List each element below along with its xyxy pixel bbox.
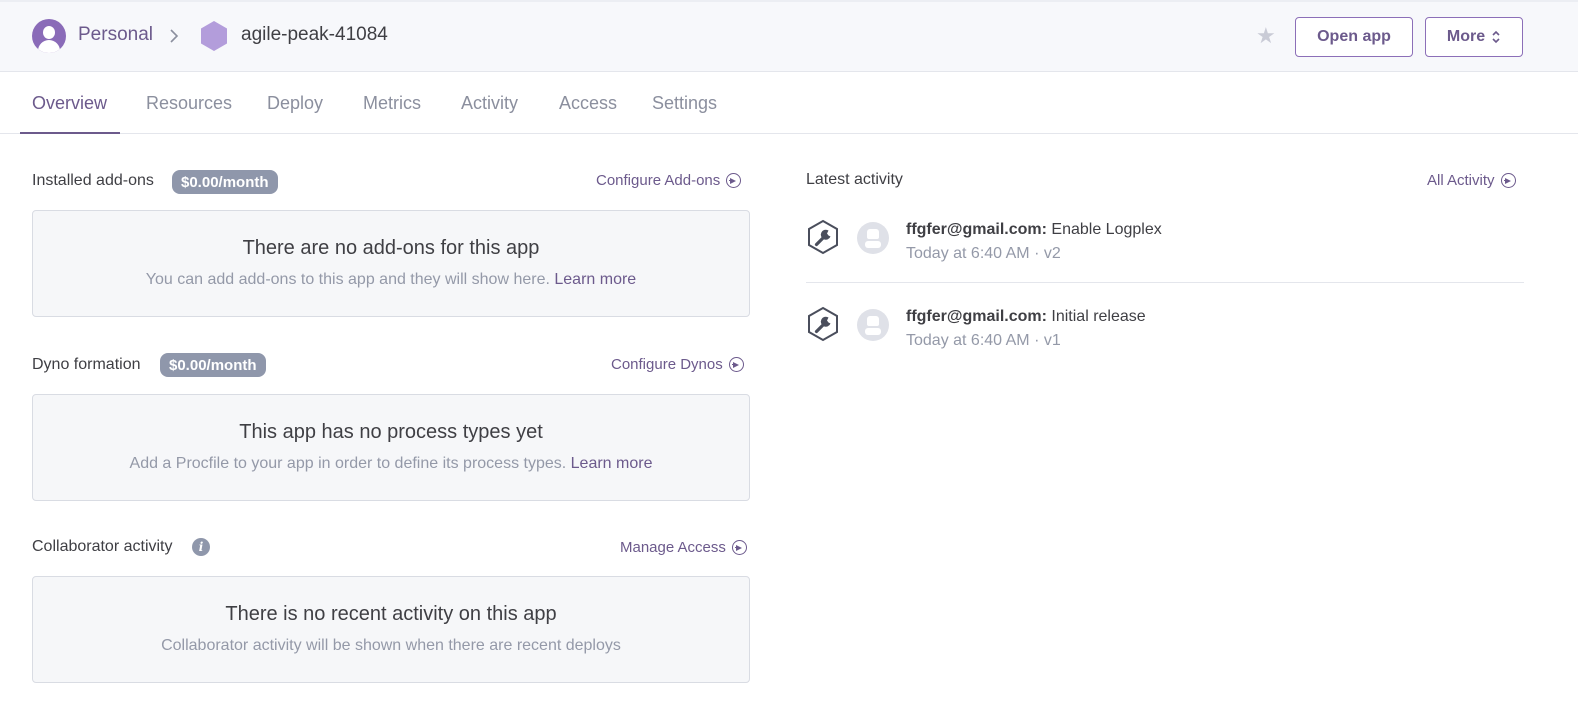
tab-activity[interactable]: Activity: [461, 93, 518, 114]
open-app-label: Open app: [1317, 28, 1391, 45]
arrow-circle-icon: [731, 540, 747, 555]
latest-activity-title: Latest activity: [806, 171, 903, 188]
dynos-title: Dyno formation: [32, 356, 141, 373]
arrow-circle-icon: [726, 173, 742, 188]
activity-divider: [806, 282, 1524, 283]
dynos-empty-subtitle: Add a Procfile to your app in order to d…: [129, 455, 653, 472]
configure-addons-link[interactable]: Configure Add-ons: [596, 172, 742, 189]
addons-price-badge: $0.00/month: [172, 170, 278, 194]
chevron-right-icon: [170, 29, 179, 43]
tab-resources[interactable]: Resources: [146, 93, 232, 114]
tab-metrics[interactable]: Metrics: [363, 93, 421, 114]
personal-avatar-icon[interactable]: [32, 19, 66, 53]
addons-empty-state: There are no add-ons for this app You ca…: [32, 210, 750, 317]
activity-action: Enable Logplex: [1051, 221, 1162, 238]
activity-action: Initial release: [1051, 308, 1146, 325]
arrow-circle-icon: [728, 357, 744, 372]
breadcrumb-personal[interactable]: Personal: [78, 24, 153, 46]
app-hexagon-icon: [201, 21, 227, 51]
app-name[interactable]: agile-peak-41084: [241, 24, 388, 46]
activity-item: ffgfer@gmail.com: Enable Logplex Today a…: [806, 219, 1524, 305]
manage-access-link[interactable]: Manage Access: [620, 539, 747, 556]
collaborator-empty-title: There is no recent activity on this app: [225, 603, 557, 625]
wrench-icon: [808, 219, 838, 255]
app-tabs: Overview Resources Deploy Metrics Activi…: [0, 72, 1578, 134]
app-header: Personal agile-peak-41084 ★ Open app Mor…: [0, 0, 1578, 72]
dynos-learn-more-link[interactable]: Learn more: [571, 455, 653, 472]
activity-user: ffgfer@gmail.com:: [906, 221, 1047, 238]
all-activity-label: All Activity: [1427, 172, 1495, 189]
up-down-chevron-icon: [1492, 30, 1500, 44]
collaborator-empty-state: There is no recent activity on this app …: [32, 576, 750, 683]
addons-title: Installed add-ons: [32, 172, 154, 189]
tab-overview[interactable]: Overview: [32, 93, 107, 114]
wrench-icon: [808, 306, 838, 342]
manage-access-label: Manage Access: [620, 539, 726, 556]
user-avatar-icon: [857, 309, 889, 341]
activity-meta: Today at 6:40 AM · v1: [906, 332, 1061, 349]
open-app-button[interactable]: Open app: [1295, 17, 1413, 57]
dynos-empty-title: This app has no process types yet: [239, 421, 543, 443]
arrow-circle-icon: [1500, 173, 1516, 188]
more-button[interactable]: More: [1425, 17, 1523, 57]
user-avatar-icon: [857, 222, 889, 254]
more-label: More: [1446, 28, 1486, 45]
tab-deploy[interactable]: Deploy: [267, 93, 323, 114]
configure-dynos-label: Configure Dynos: [611, 356, 723, 373]
activity-text: ffgfer@gmail.com: Enable Logplex: [906, 221, 1162, 239]
tab-settings[interactable]: Settings: [652, 93, 717, 114]
addons-empty-title: There are no add-ons for this app: [242, 237, 540, 259]
configure-dynos-link[interactable]: Configure Dynos: [611, 356, 744, 373]
favorite-star-icon[interactable]: ★: [1256, 24, 1276, 48]
info-icon[interactable]: i: [192, 538, 210, 556]
collaborator-empty-subtitle: Collaborator activity will be shown when…: [161, 637, 621, 654]
activity-text: ffgfer@gmail.com: Initial release: [906, 308, 1146, 326]
addons-empty-subtitle: You can add add-ons to this app and they…: [145, 271, 637, 288]
configure-addons-label: Configure Add-ons: [596, 172, 721, 189]
addons-learn-more-link[interactable]: Learn more: [554, 271, 636, 288]
activity-user: ffgfer@gmail.com:: [906, 308, 1047, 325]
active-tab-indicator: [20, 132, 120, 134]
dynos-price-badge: $0.00/month: [160, 353, 266, 377]
collaborator-activity-title: Collaborator activity: [32, 538, 173, 555]
activity-item: ffgfer@gmail.com: Initial release Today …: [806, 306, 1524, 392]
tab-access[interactable]: Access: [559, 93, 617, 114]
dynos-empty-state: This app has no process types yet Add a …: [32, 394, 750, 501]
all-activity-link[interactable]: All Activity: [1427, 172, 1516, 189]
activity-meta: Today at 6:40 AM · v2: [906, 245, 1061, 262]
